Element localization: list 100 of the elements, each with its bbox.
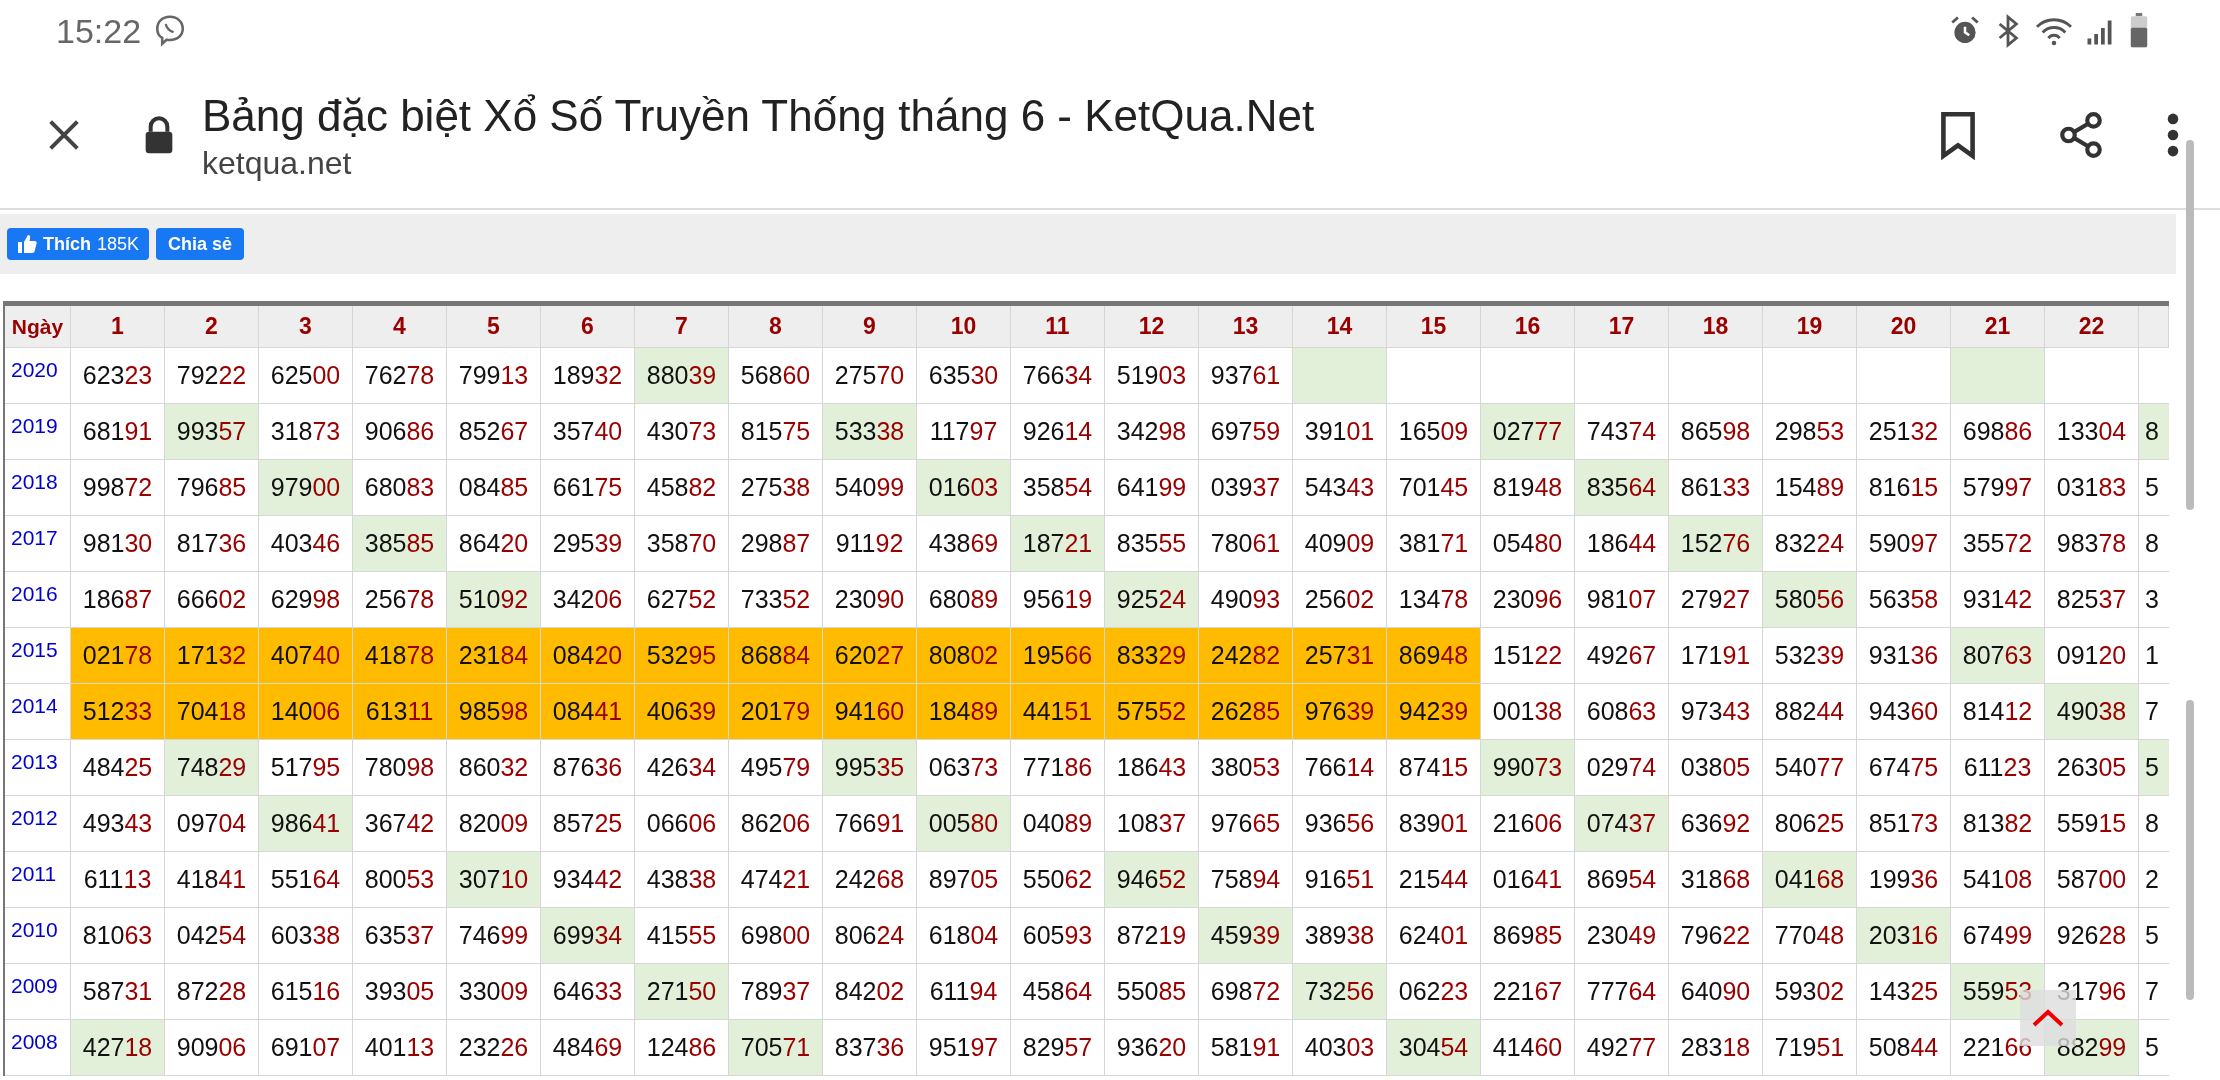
page-title: Bảng đặc biệt Xổ Số Truyền Thống tháng 6 - KetQua.Net [202,89,1316,142]
table-cell: 93761 [1199,348,1293,404]
table-cell: 86133 [1669,460,1763,516]
table-cell: 47421 [729,852,823,908]
table-cell: 90906 [165,1020,259,1076]
more-options-icon[interactable] [2166,112,2180,158]
table-cell: 27150 [635,964,729,1020]
table-cell: 62027 [823,628,917,684]
table-cell: 56358 [1857,572,1951,628]
table-cell: 61311 [353,684,447,740]
table-cell: 18932 [541,348,635,404]
share-button[interactable]: Chia sẻ [156,228,245,260]
table-cell: 80053 [353,852,447,908]
table-cell: 79222 [165,348,259,404]
table-cell: 74829 [165,740,259,796]
table-cell: 43073 [635,404,729,460]
table-cell: 93620 [1105,1020,1199,1076]
table-cell: 44151 [1011,684,1105,740]
table-cell: 68191 [71,404,165,460]
table-cell: 21606 [1481,796,1575,852]
table-cell: 48425 [71,740,165,796]
year-cell: 2012 [5,796,71,852]
column-header: 2 [165,306,259,348]
table-cell: 83564 [1575,460,1669,516]
table-cell: 91651 [1293,852,1387,908]
table-cell: 06373 [917,740,1011,796]
table-cell: 51903 [1105,348,1199,404]
table-cell: 00580 [917,796,1011,852]
year-cell: 2017 [5,516,71,572]
column-header: 8 [729,306,823,348]
table-cell: 68089 [917,572,1011,628]
table-cell: 26285 [1199,684,1293,740]
column-header: 16 [1481,306,1575,348]
table-cell: 08441 [541,684,635,740]
column-header: 4 [353,306,447,348]
column-header: 5 [447,306,541,348]
table-cell: 13478 [1387,572,1481,628]
table-cell: 43869 [917,516,1011,572]
table-cell: 03183 [2045,460,2139,516]
year-cell: 2009 [5,964,71,1020]
table-cell: 86954 [1575,852,1669,908]
table-cell: 92628 [2045,908,2139,964]
table-cell: 29853 [1763,404,1857,460]
table-cell: 06223 [1387,964,1481,1020]
table-cell: 81575 [729,404,823,460]
table-cell: 82537 [2045,572,2139,628]
like-button[interactable]: Thích 185K [7,228,150,260]
scrollbar[interactable] [2186,700,2194,1000]
table-cell: 77048 [1763,908,1857,964]
table-cell: 23096 [1481,572,1575,628]
table-cell: 81063 [71,908,165,964]
table-cell: 89705 [917,852,1011,908]
table-cell: 40740 [259,628,353,684]
table-cell: 81736 [165,516,259,572]
table-cell: 61804 [917,908,1011,964]
table-cell: 77186 [1011,740,1105,796]
table-cell: 29887 [729,516,823,572]
table-cell: 85267 [447,404,541,460]
table-cell: 20316 [1857,908,1951,964]
table-cell: 04089 [1011,796,1105,852]
table-cell: 60593 [1011,908,1105,964]
lock-icon [144,115,174,155]
scrollbar[interactable] [2186,140,2194,510]
table-cell: 82957 [1011,1020,1105,1076]
table-cell: 34206 [541,572,635,628]
column-header: 12 [1105,306,1199,348]
table-cell: 41555 [635,908,729,964]
year-cell: 2020 [5,348,71,404]
table-cell: 70418 [165,684,259,740]
table-cell: 22167 [1481,964,1575,1020]
column-header: 14 [1293,306,1387,348]
table-cell: 70145 [1387,460,1481,516]
table-cell: 91192 [823,516,917,572]
table-cell: 24282 [1199,628,1293,684]
table-cell: 94360 [1857,684,1951,740]
year-cell: 2018 [5,460,71,516]
table-cell: 97665 [1199,796,1293,852]
table-cell: 40639 [635,684,729,740]
table-cell: 40909 [1293,516,1387,572]
table-cell: 69872 [1199,964,1293,1020]
table-cell: 5 [2139,740,2169,796]
column-header: 20 [1857,306,1951,348]
table-cell: 53338 [823,404,917,460]
column-header: 10 [917,306,1011,348]
column-header: 22 [2045,306,2139,348]
table-cell: 54108 [1951,852,2045,908]
table-cell: 59097 [1857,516,1951,572]
table-cell: 99872 [71,460,165,516]
table-cell: 03937 [1199,460,1293,516]
table-cell: 87415 [1387,740,1481,796]
column-header: 1 [71,306,165,348]
table-cell: 35572 [1951,516,2045,572]
table-cell: 40303 [1293,1020,1387,1076]
table-cell: 62323 [71,348,165,404]
table-cell: 86598 [1669,404,1763,460]
table-cell: 86948 [1387,628,1481,684]
table-cell: 36742 [353,796,447,852]
table-cell: 58731 [71,964,165,1020]
table-cell: 95197 [917,1020,1011,1076]
table-cell: 90686 [353,404,447,460]
